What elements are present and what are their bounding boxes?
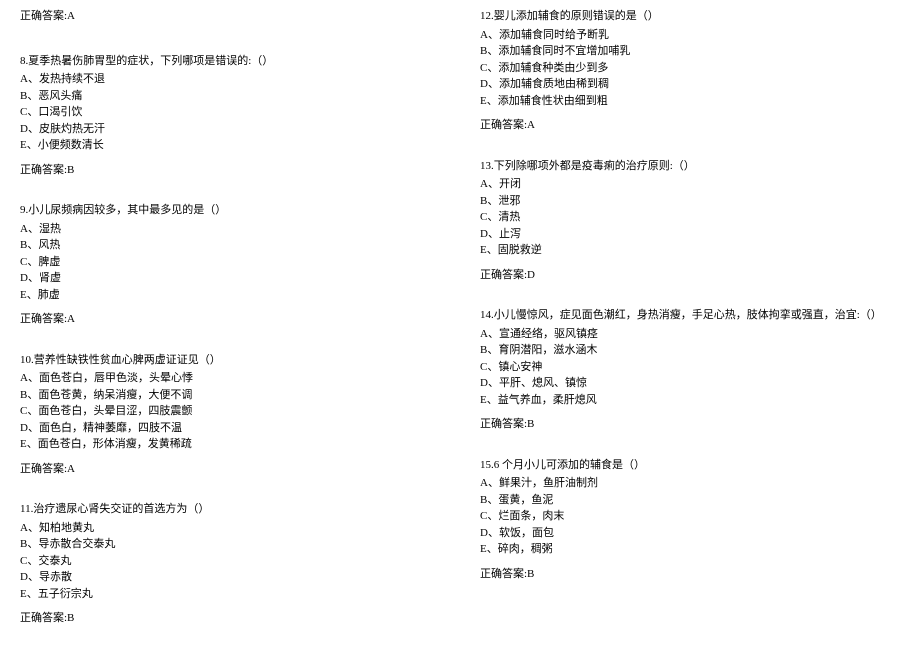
question-option: C、面色苍白，头晕目涩，四肢震颤 [20,403,440,420]
question-option: B、恶风头痛 [20,88,440,105]
question-option: C、镇心安神 [480,359,900,376]
question-block: 15.6 个月小儿可添加的辅食是（） A、鲜果汁，鱼肝油制剂 B、蛋黄，鱼泥 C… [480,457,900,583]
question-option: B、风热 [20,237,440,254]
question-option: E、固脱救逆 [480,242,900,259]
question-block: 8.夏季热暑伤肺胃型的症状，下列哪项是错误的:（） A、发热持续不退 B、恶风头… [20,53,440,179]
question-option: C、添加辅食种类由少到多 [480,60,900,77]
question-option: A、宣通经络，驱风镇痉 [480,326,900,343]
question-stem: 12.婴儿添加辅食的原则错误的是（） [480,8,900,25]
question-option: A、开闭 [480,176,900,193]
question-option: D、添加辅食质地由稀到稠 [480,76,900,93]
question-option: B、导赤散合交泰丸 [20,536,440,553]
question-option: E、碎肉，稠粥 [480,541,900,558]
question-block: 12.婴儿添加辅食的原则错误的是（） A、添加辅食同时给予断乳 B、添加辅食同时… [480,8,900,134]
question-stem: 11.治疗遗尿心肾失交证的首选方为（） [20,501,440,518]
question-option: E、面色苍白，形体消瘦，发黄稀疏 [20,436,440,453]
question-answer: 正确答案:B [20,610,440,627]
question-option: E、添加辅食性状由细到粗 [480,93,900,110]
question-option: A、知柏地黄丸 [20,520,440,537]
question-option: B、泄邪 [480,193,900,210]
question-answer: 正确答案:B [20,162,440,179]
question-option: D、皮肤灼热无汗 [20,121,440,138]
question-option: D、软饭，面包 [480,525,900,542]
page: 正确答案:A 8.夏季热暑伤肺胃型的症状，下列哪项是错误的:（） A、发热持续不… [0,0,920,651]
question-stem: 9.小儿尿频病因较多，其中最多见的是（） [20,202,440,219]
question-option: D、肾虚 [20,270,440,287]
question-stem: 13.下列除哪项外都是疫毒痢的治疗原则:（） [480,158,900,175]
question-option: B、添加辅食同时不宜增加哺乳 [480,43,900,60]
orphan-answer: 正确答案:A [20,8,440,25]
question-answer: 正确答案:B [480,566,900,583]
question-option: A、湿热 [20,221,440,238]
question-stem: 10.营养性缺铁性贫血心脾两虚证证见（） [20,352,440,369]
question-stem: 8.夏季热暑伤肺胃型的症状，下列哪项是错误的:（） [20,53,440,70]
question-stem: 14.小儿慢惊风，症见面色潮红，身热消瘦，手足心热，肢体拘挛或强直，治宜:（） [480,307,900,324]
question-block: 11.治疗遗尿心肾失交证的首选方为（） A、知柏地黄丸 B、导赤散合交泰丸 C、… [20,501,440,627]
question-option: C、脾虚 [20,254,440,271]
question-option: E、益气养血，柔肝熄风 [480,392,900,409]
question-option: A、添加辅食同时给予断乳 [480,27,900,44]
question-option: A、面色苍白，唇甲色淡，头晕心悸 [20,370,440,387]
question-option: D、平肝、熄风、镇惊 [480,375,900,392]
question-option: B、面色苍黄，纳呆消瘦，大便不调 [20,387,440,404]
question-block: 14.小儿慢惊风，症见面色潮红，身热消瘦，手足心热，肢体拘挛或强直，治宜:（） … [480,307,900,433]
question-answer: 正确答案:A [480,117,900,134]
question-option: C、烂面条，肉末 [480,508,900,525]
question-stem: 15.6 个月小儿可添加的辅食是（） [480,457,900,474]
question-block: 13.下列除哪项外都是疫毒痢的治疗原则:（） A、开闭 B、泄邪 C、清热 D、… [480,158,900,284]
question-option: E、小便频数清长 [20,137,440,154]
question-option: D、面色白，精神萎靡，四肢不温 [20,420,440,437]
question-option: E、五子衍宗丸 [20,586,440,603]
right-column: 12.婴儿添加辅食的原则错误的是（） A、添加辅食同时给予断乳 B、添加辅食同时… [460,0,920,651]
question-option: B、蛋黄，鱼泥 [480,492,900,509]
question-option: C、交泰丸 [20,553,440,570]
question-block: 10.营养性缺铁性贫血心脾两虚证证见（） A、面色苍白，唇甲色淡，头晕心悸 B、… [20,352,440,478]
question-option: C、清热 [480,209,900,226]
question-option: E、肺虚 [20,287,440,304]
question-option: D、止泻 [480,226,900,243]
question-answer: 正确答案:A [20,311,440,328]
question-option: B、育阴潜阳，滋水涵木 [480,342,900,359]
question-option: A、鲜果汁，鱼肝油制剂 [480,475,900,492]
question-block: 9.小儿尿频病因较多，其中最多见的是（） A、湿热 B、风热 C、脾虚 D、肾虚… [20,202,440,328]
question-answer: 正确答案:D [480,267,900,284]
question-option: A、发热持续不退 [20,71,440,88]
left-column: 正确答案:A 8.夏季热暑伤肺胃型的症状，下列哪项是错误的:（） A、发热持续不… [0,0,460,651]
question-option: C、口渴引饮 [20,104,440,121]
question-option: D、导赤散 [20,569,440,586]
question-answer: 正确答案:B [480,416,900,433]
question-answer: 正确答案:A [20,461,440,478]
